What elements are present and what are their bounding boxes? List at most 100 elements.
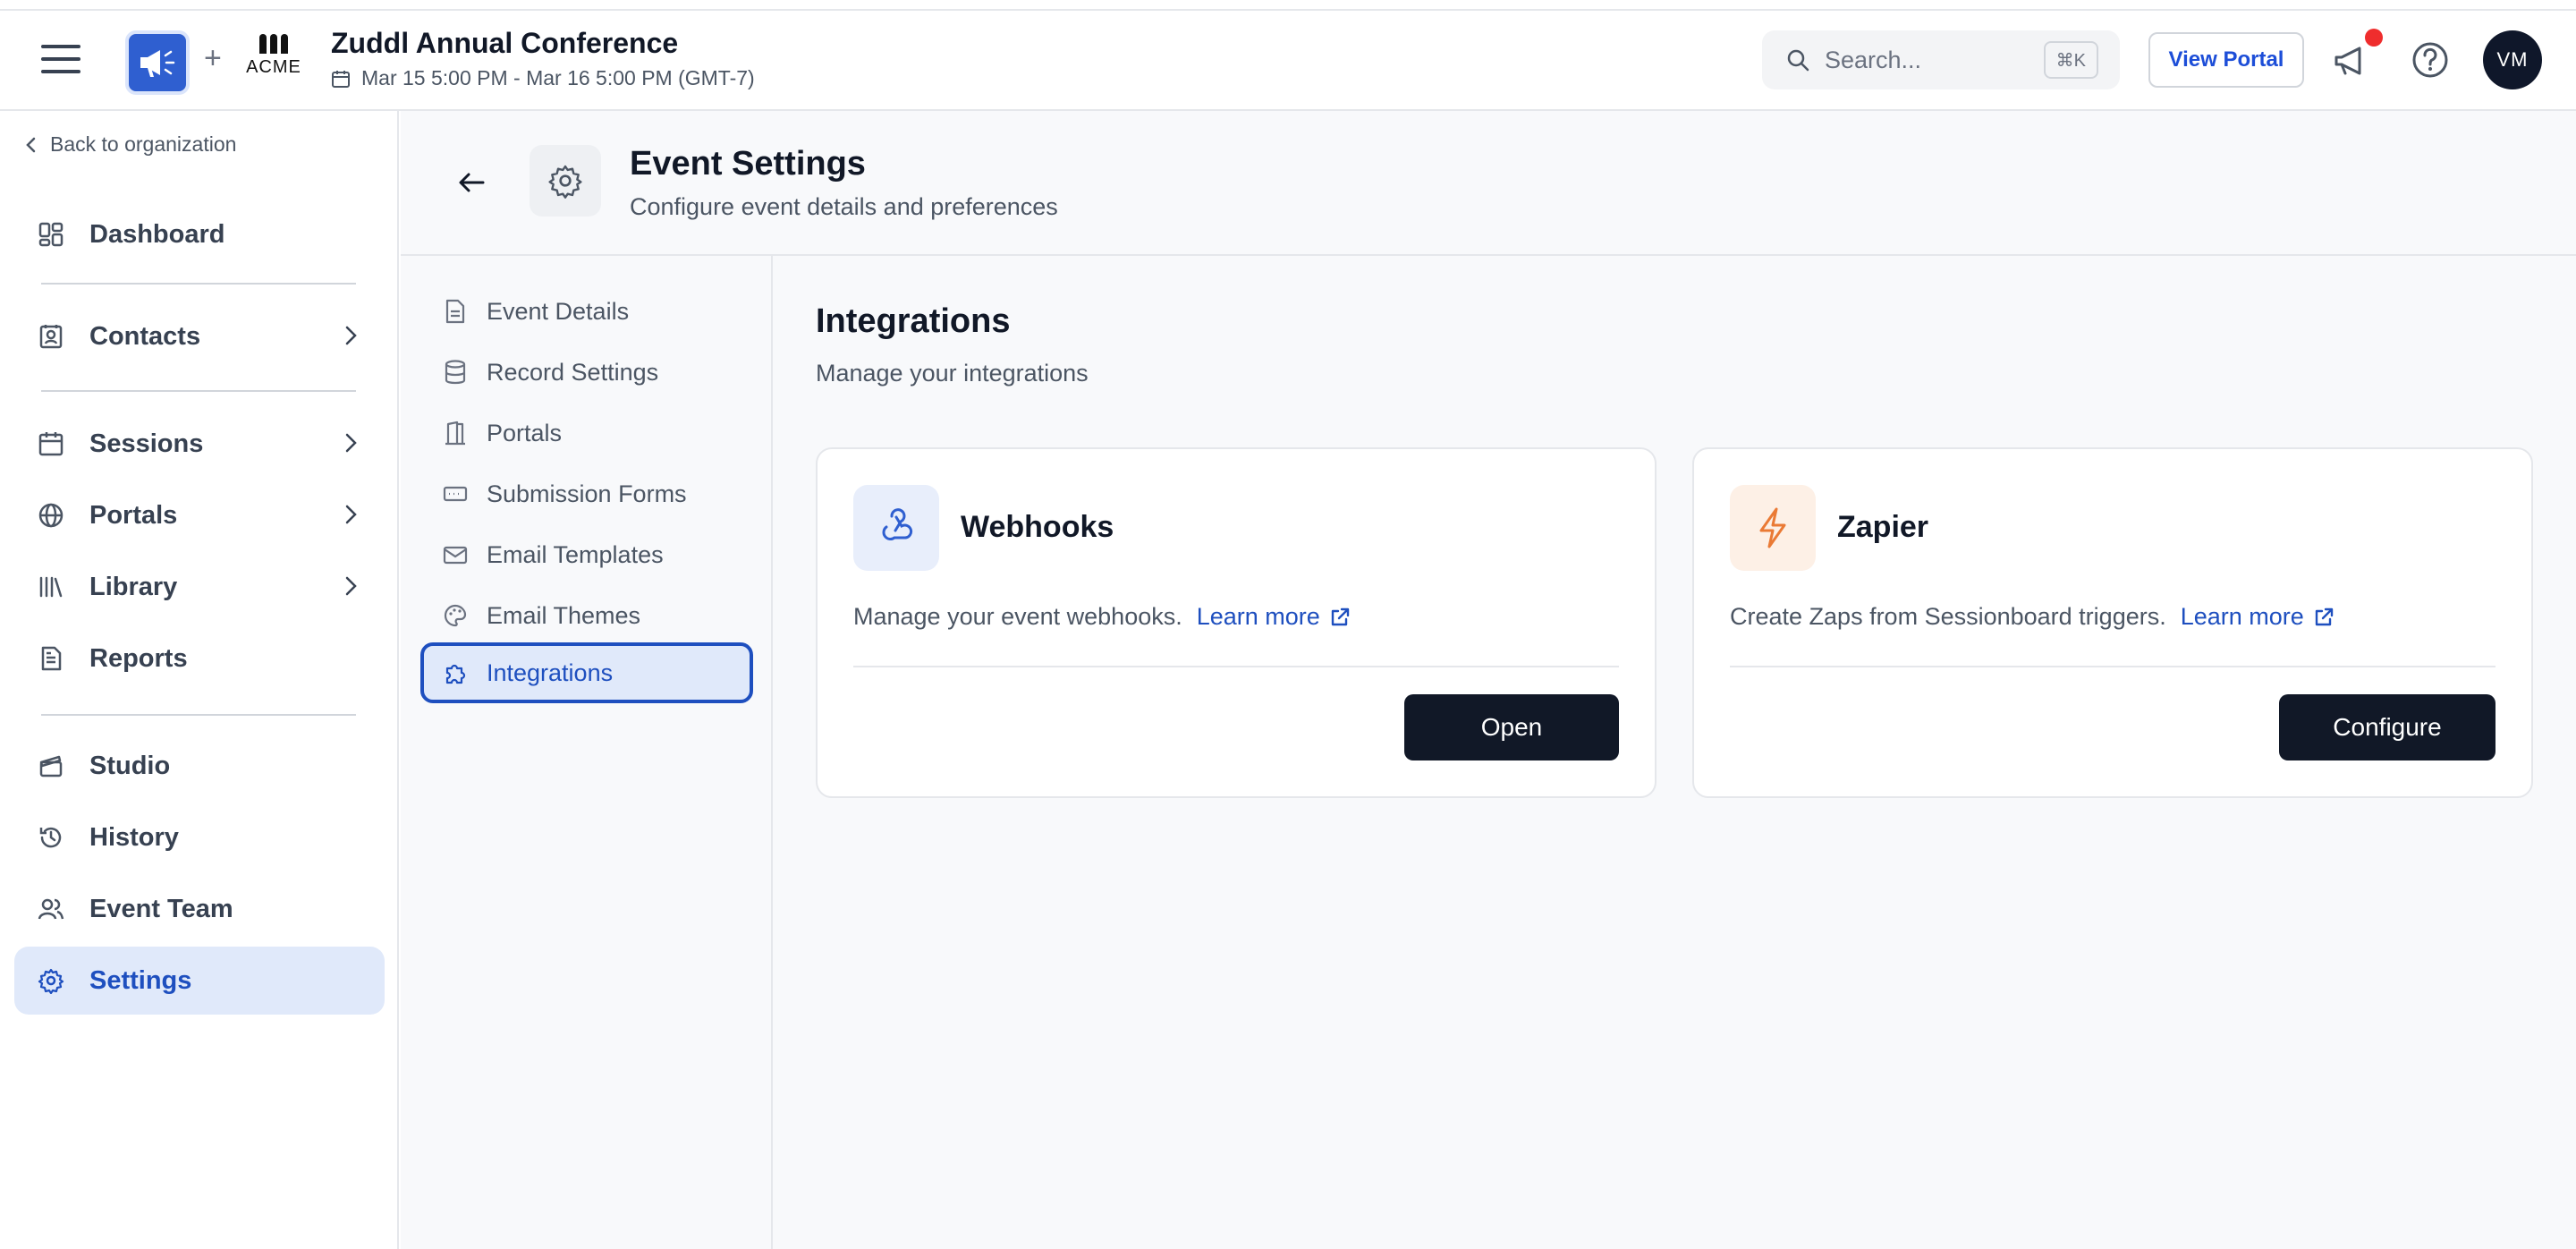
acme-logo-text: ACME <box>246 57 301 77</box>
event-date: Mar 15 5:00 PM - Mar 16 5:00 PM (GMT-7) <box>331 66 755 90</box>
back-to-organization-label: Back to organization <box>50 132 237 156</box>
subnav-item-label: Email Templates <box>487 540 664 568</box>
configure-zapier-button[interactable]: Configure <box>2279 694 2496 760</box>
sidebar-item-label: Studio <box>89 751 171 780</box>
announcements-icon[interactable] <box>2331 43 2370 79</box>
sidebar-item-library[interactable]: Library <box>14 553 385 621</box>
megaphone-logo-icon <box>140 50 175 77</box>
card-divider <box>1730 666 2496 667</box>
section-title: Integrations <box>816 302 1011 340</box>
calendar-icon <box>332 70 350 88</box>
sidebar-item-label: Contacts <box>89 321 201 351</box>
view-portal-button[interactable]: View Portal <box>2148 32 2304 88</box>
sidebar-item-label: History <box>89 822 179 852</box>
sidebar-item-sessions[interactable]: Sessions <box>14 410 385 478</box>
integration-description: Create Zaps from Sessionboard triggers. … <box>1730 603 2334 631</box>
plus-separator: + <box>204 41 222 75</box>
gear-icon <box>548 165 582 199</box>
subnav-item-submission-forms[interactable]: Submission Forms <box>420 463 753 524</box>
back-to-organization-link[interactable]: Back to organization <box>25 132 236 157</box>
sidebar-item-portals[interactable]: Portals <box>14 481 385 549</box>
lightning-icon <box>1730 485 1816 571</box>
subnav-item-label: Portals <box>487 419 563 446</box>
subnav-item-email-themes[interactable]: Email Themes <box>420 585 753 646</box>
globe-icon <box>36 500 66 531</box>
sidebar-item-dashboard[interactable]: Dashboard <box>14 200 385 268</box>
integration-description: Manage your event webhooks. Learn more <box>853 603 1351 631</box>
integration-description-text: Create Zaps from Sessionboard triggers. <box>1730 603 2166 630</box>
subnav-item-label: Email Themes <box>487 601 641 629</box>
integration-name: Webhooks <box>961 510 1114 544</box>
subnav-item-event-details[interactable]: Event Details <box>420 281 753 342</box>
sidebar-item-label: Portals <box>89 500 178 530</box>
learn-more-link[interactable]: Learn more <box>2181 603 2334 631</box>
dashboard-icon <box>36 219 66 250</box>
contacts-icon <box>36 321 66 352</box>
zapier-card: Zapier Create Zaps from Sessionboard tri… <box>1692 447 2533 798</box>
subnav-item-email-templates[interactable]: Email Templates <box>420 524 753 585</box>
window-top-edge <box>0 0 2576 11</box>
external-link-icon <box>2315 608 2333 625</box>
sidebar-item-settings[interactable]: Settings <box>14 947 385 1015</box>
sidebar-divider <box>41 390 356 392</box>
gear-icon <box>36 965 66 996</box>
search-shortcut: ⌘K <box>2043 41 2098 79</box>
notification-dot <box>2365 29 2383 47</box>
webhook-icon <box>853 485 939 571</box>
sidebar-item-contacts[interactable]: Contacts <box>14 302 385 370</box>
learn-more-label: Learn more <box>2180 603 2304 630</box>
chevron-right-icon <box>345 505 357 524</box>
sidebar-item-label: Event Team <box>89 894 233 923</box>
search-placeholder: Search... <box>1825 46 1922 73</box>
sidebar-item-studio[interactable]: Studio <box>14 732 385 800</box>
settings-subnav: Event Details Record Settings Portals Su… <box>401 256 773 1249</box>
chevron-right-icon <box>345 576 357 596</box>
document-icon <box>442 298 469 325</box>
settings-header-icon <box>530 145 601 217</box>
sidebar-item-label: Reports <box>89 643 188 673</box>
page-title: Event Settings <box>630 145 866 183</box>
search-icon <box>1787 49 1809 72</box>
database-icon <box>442 359 469 386</box>
back-arrow-icon[interactable] <box>456 166 488 199</box>
user-avatar[interactable]: VM <box>2483 30 2542 89</box>
subnav-item-portals[interactable]: Portals <box>420 403 753 463</box>
library-icon <box>36 572 66 602</box>
sidebar-item-label: Dashboard <box>89 219 225 249</box>
main-area: Event Settings Configure event details a… <box>401 111 2576 1249</box>
sidebar-divider <box>41 283 356 285</box>
subnav-item-record-settings[interactable]: Record Settings <box>420 342 753 403</box>
left-sidebar: Back to organization Dashboard Contacts … <box>0 111 399 1249</box>
mail-icon <box>442 541 469 568</box>
sidebar-item-history[interactable]: History <box>14 803 385 871</box>
chevron-right-icon <box>345 326 357 345</box>
calendar-icon <box>36 429 66 459</box>
external-link-icon <box>1331 608 1350 625</box>
integrations-content: Integrations Manage your integrations We… <box>773 256 2576 1249</box>
open-webhooks-button[interactable]: Open <box>1404 694 1619 760</box>
hamburger-menu-icon[interactable] <box>41 45 80 77</box>
search-input[interactable]: Search... ⌘K <box>1762 30 2120 89</box>
acme-logo: ACME <box>245 29 302 97</box>
sidebar-item-event-team[interactable]: Event Team <box>14 875 385 943</box>
help-icon[interactable] <box>2411 41 2449 79</box>
sidebar-item-label: Library <box>89 572 178 601</box>
event-title: Zuddl Annual Conference <box>331 27 679 59</box>
event-date-text: Mar 15 5:00 PM - Mar 16 5:00 PM (GMT-7) <box>361 66 755 89</box>
subnav-item-label: Record Settings <box>487 358 659 386</box>
sidebar-item-reports[interactable]: Reports <box>14 624 385 692</box>
section-subtitle: Manage your integrations <box>816 360 1089 387</box>
learn-more-link[interactable]: Learn more <box>1197 603 1351 631</box>
puzzle-icon <box>442 659 469 686</box>
subnav-item-integrations[interactable]: Integrations <box>420 642 753 703</box>
sidebar-item-label: Settings <box>89 965 192 995</box>
page-header: Event Settings Configure event details a… <box>401 111 2576 256</box>
subnav-item-label: Submission Forms <box>487 480 687 507</box>
door-icon <box>442 420 469 446</box>
sidebar-item-label: Sessions <box>89 429 204 458</box>
history-icon <box>36 822 66 853</box>
learn-more-label: Learn more <box>1196 603 1320 630</box>
event-logo[interactable] <box>125 30 190 95</box>
report-icon <box>36 643 66 674</box>
subnav-item-label: Event Details <box>487 297 630 325</box>
